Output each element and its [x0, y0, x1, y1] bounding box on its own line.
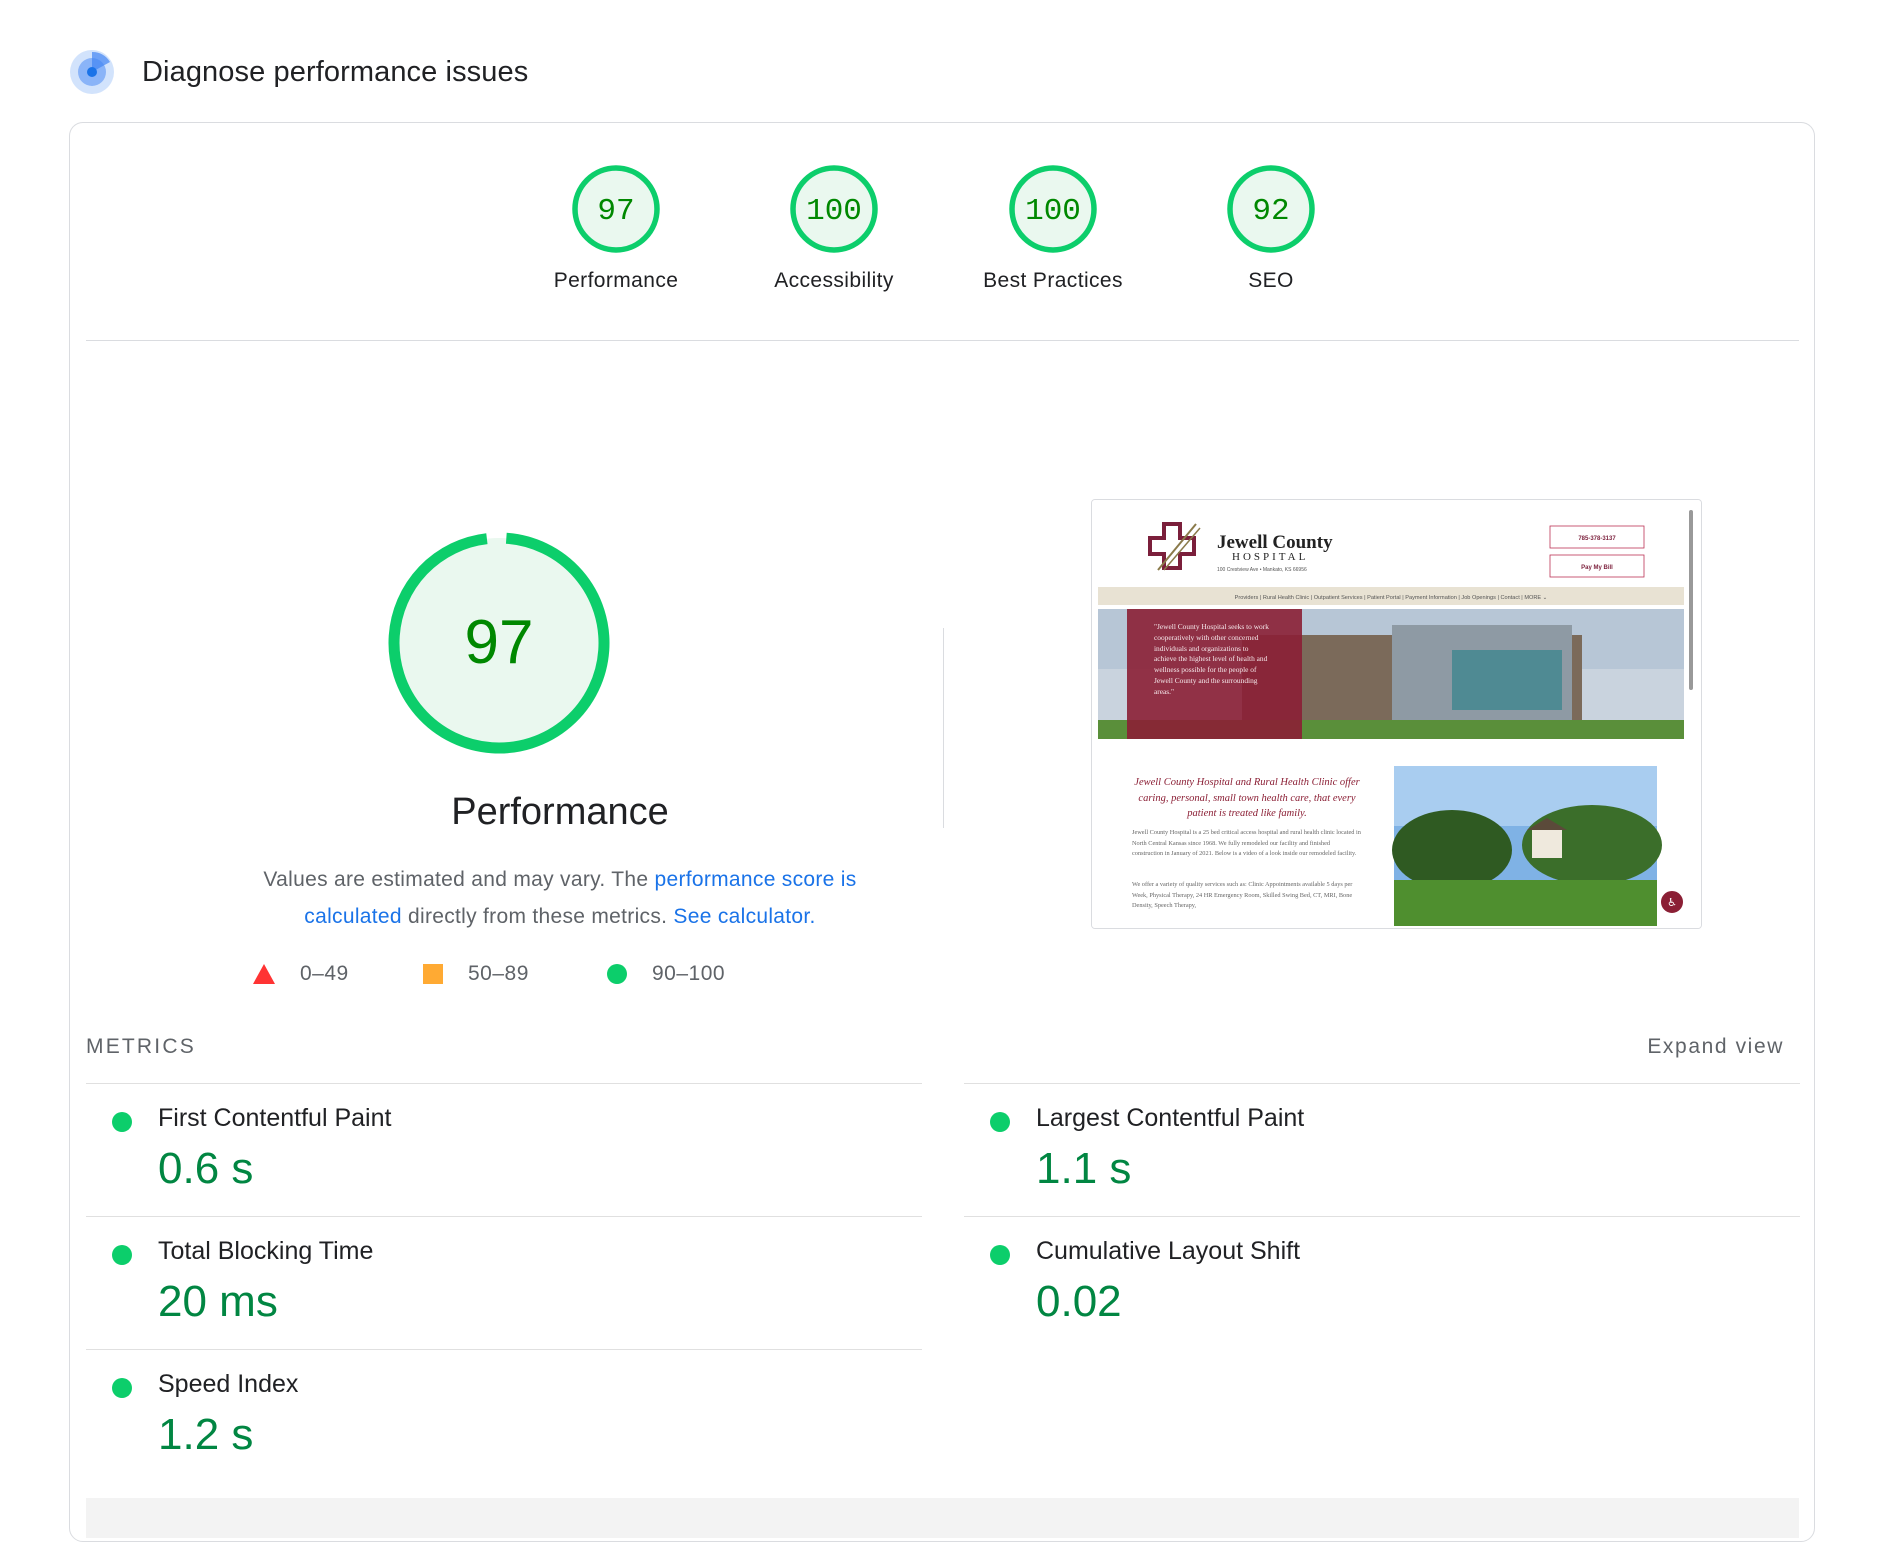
pass-dot-icon [990, 1112, 1010, 1132]
legend-range: 90–100 [652, 962, 726, 985]
legend-pass: 90–100 [606, 962, 725, 986]
legend-range: 0–49 [300, 962, 349, 985]
metric-value: 1.2 s [158, 1410, 254, 1459]
gauge-label: SEO [1248, 269, 1294, 292]
vertical-divider [943, 628, 944, 828]
score-legend: 0–49 50–89 90–100 [252, 959, 725, 989]
svg-text:Pay My Bill: Pay My Bill [1581, 565, 1613, 571]
gauge-best-practices[interactable]: 100 Best Practices [953, 163, 1153, 293]
metric-name: Speed Index [158, 1370, 299, 1398]
gauge-ring-icon: 100 [790, 165, 878, 253]
metric-value: 1.1 s [1036, 1144, 1132, 1193]
performance-title: Performance [451, 791, 669, 833]
see-calculator-link[interactable]: See calculator. [673, 905, 815, 928]
svg-text:HOSPITAL: HOSPITAL [1232, 551, 1308, 563]
gauge-score: 100 [1025, 194, 1081, 229]
lighthouse-icon [70, 50, 114, 94]
desc-text: directly from these metrics. [401, 905, 674, 928]
legend-average: 50–89 [422, 962, 606, 986]
gauge-ring-icon: 97 [572, 165, 660, 253]
gauge-score: 100 [806, 194, 862, 229]
fail-triangle-icon [253, 964, 275, 984]
performance-gauge: 97 [388, 532, 610, 754]
divider [86, 340, 1799, 341]
metric-speed-index[interactable]: Speed Index 1.2 s [86, 1349, 922, 1482]
pass-circle-icon [607, 964, 627, 984]
bottom-bar [86, 1498, 1799, 1538]
gauge-label: Best Practices [983, 269, 1123, 292]
desc-text: Values are estimated and may vary. The [263, 868, 655, 891]
metrics-column-right: Largest Contentful Paint 1.1 s Cumulativ… [964, 1083, 1800, 1349]
svg-text:100 Crestview Ave • Mankato, K: 100 Crestview Ave • Mankato, KS 66956 [1217, 567, 1307, 573]
final-screenshot[interactable]: Jewell County HOSPITAL 100 Crestview Ave… [1091, 499, 1702, 929]
pass-dot-icon [112, 1378, 132, 1398]
svg-text:Jewell County: Jewell County [1217, 532, 1333, 553]
metric-cumulative-layout-shift[interactable]: Cumulative Layout Shift 0.02 [964, 1216, 1800, 1349]
pass-dot-icon [112, 1245, 132, 1265]
metric-first-contentful-paint[interactable]: First Contentful Paint 0.6 s [86, 1083, 922, 1216]
gauge-label: Performance [553, 269, 679, 292]
average-square-icon [423, 964, 443, 984]
svg-text:785-378-3137: 785-378-3137 [1578, 536, 1616, 542]
section-title: Diagnose performance issues [142, 55, 529, 88]
gauge-ring-icon: 100 [1009, 165, 1097, 253]
report-card: 97 Performance 100 Accessibility 100 Bes… [69, 122, 1815, 1542]
legend-fail: 0–49 [252, 962, 422, 986]
site-screenshot-image: Jewell County HOSPITAL 100 Crestview Ave… [1092, 500, 1701, 928]
metric-name: Largest Contentful Paint [1036, 1104, 1305, 1132]
gauge-accessibility[interactable]: 100 Accessibility [734, 163, 934, 293]
performance-score: 97 [465, 608, 534, 677]
expand-view-toggle[interactable]: Expand view [1647, 1035, 1784, 1059]
category-gauges: 97 Performance 100 Accessibility 100 Bes… [70, 163, 1814, 305]
metric-name: First Contentful Paint [158, 1104, 392, 1132]
metric-value: 0.6 s [158, 1144, 254, 1193]
metrics-column-left: First Contentful Paint 0.6 s Total Block… [86, 1083, 922, 1482]
metric-name: Cumulative Layout Shift [1036, 1237, 1301, 1265]
legend-range: 50–89 [468, 962, 529, 985]
gauge-seo[interactable]: 92 SEO [1171, 163, 1371, 293]
gauge-score: 97 [597, 194, 634, 229]
svg-text:♿: ♿ [1667, 896, 1677, 909]
metrics-heading: METRICS [86, 1035, 196, 1058]
section-header: Diagnose performance issues [68, 48, 528, 96]
pass-dot-icon [112, 1112, 132, 1132]
svg-text:Providers | Rural Health Clini: Providers | Rural Health Clinic | Outpat… [1235, 595, 1548, 601]
gauge-ring-icon: 92 [1227, 165, 1315, 253]
metric-largest-contentful-paint[interactable]: Largest Contentful Paint 1.1 s [964, 1083, 1800, 1216]
performance-description: Values are estimated and may vary. The p… [220, 861, 900, 935]
metric-value: 0.02 [1036, 1277, 1122, 1326]
pass-dot-icon [990, 1245, 1010, 1265]
metric-total-blocking-time[interactable]: Total Blocking Time 20 ms [86, 1216, 922, 1349]
gauge-score: 92 [1252, 194, 1289, 229]
metric-value: 20 ms [158, 1277, 278, 1326]
gauge-label: Accessibility [774, 269, 894, 292]
metric-name: Total Blocking Time [158, 1237, 374, 1265]
gauge-performance[interactable]: 97 Performance [516, 163, 716, 293]
